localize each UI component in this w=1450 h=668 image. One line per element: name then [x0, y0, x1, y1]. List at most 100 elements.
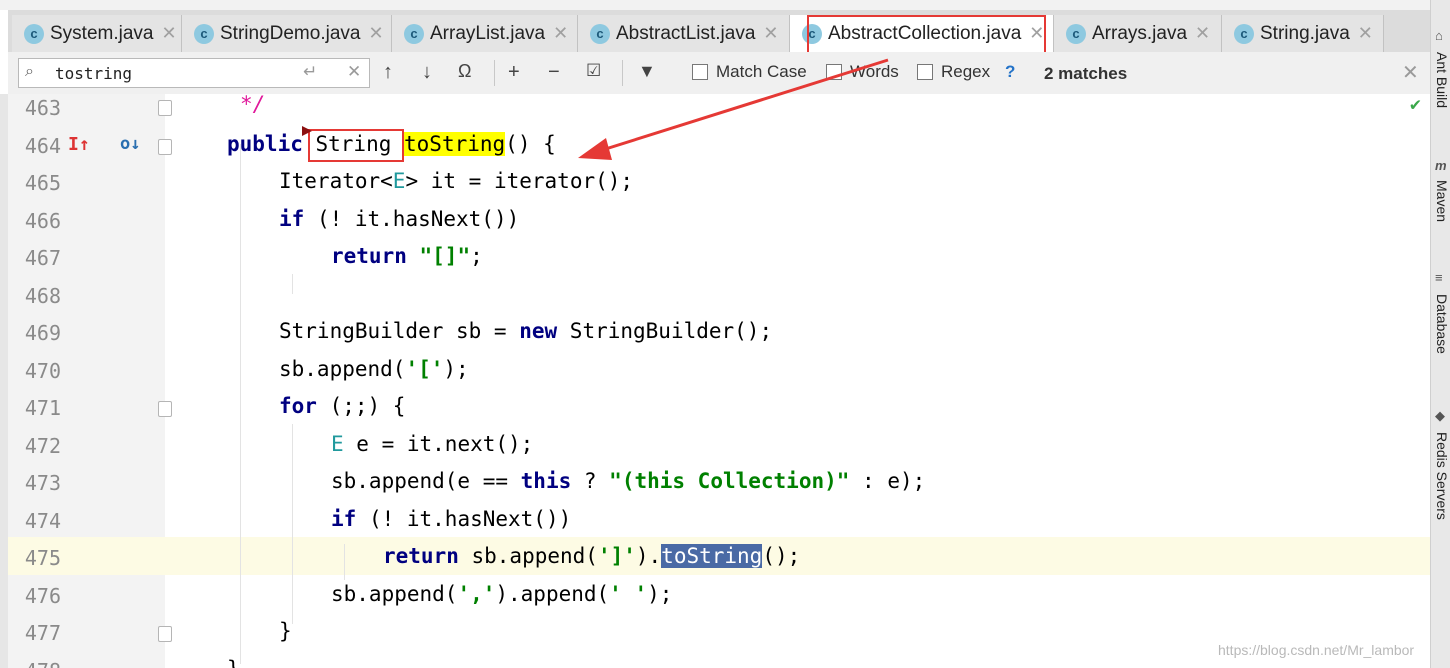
annotation-tab-box	[807, 15, 1046, 54]
redis-icon[interactable]: ◆	[1435, 408, 1445, 424]
select-all-occurrences-icon[interactable]: ☑	[586, 61, 601, 81]
code-text: StringBuilder sb = new StringBuilder();	[279, 319, 773, 343]
toolbar-divider	[494, 60, 495, 86]
line-number: 468	[24, 283, 61, 308]
database-tab[interactable]: Database	[1434, 294, 1450, 354]
tab-label: StringDemo.java	[220, 22, 361, 44]
code-line: 471 for (;;) {	[8, 394, 1430, 432]
checkbox-box[interactable]	[692, 64, 708, 80]
code-line: 469 StringBuilder sb = new StringBuilder…	[8, 319, 1430, 357]
code-line: 464 I↑ o↓ public String toString() {	[8, 131, 1430, 170]
tab-string-java[interactable]: c String.java ✕	[1222, 15, 1384, 52]
code-line: 466 if (! it.hasNext())	[8, 207, 1430, 245]
fold-marker-icon[interactable]	[158, 401, 172, 417]
tab-arrays-java[interactable]: c Arrays.java ✕	[1054, 15, 1222, 52]
line-number: 470	[24, 358, 61, 383]
overridden-icon[interactable]: o↓	[120, 134, 140, 154]
close-icon[interactable]: ✕	[368, 23, 383, 44]
line-number: 472	[24, 433, 61, 458]
code-line: 473 sb.append(e == this ? "(this Collect…	[8, 469, 1430, 507]
code-line-current: 475 return sb.append(']').toString();	[8, 537, 1430, 575]
add-occurrence-icon[interactable]: +	[508, 61, 520, 84]
code-editor[interactable]: 463 */ 464 I↑ o↓ public String toString(…	[8, 94, 1430, 668]
close-icon[interactable]: ✕	[1195, 23, 1210, 44]
code-text: if (! it.hasNext())	[279, 206, 520, 231]
indent-guide	[292, 274, 293, 294]
line-number: 465	[24, 171, 61, 195]
code-text: }	[227, 657, 240, 668]
code-line: 467 return "[]";	[8, 244, 1430, 282]
right-tool-window-strip: ⌂ Ant Build m Maven ≡ Database ◆ Redis S…	[1430, 0, 1450, 668]
tab-label: AbstractList.java	[616, 22, 756, 44]
tab-abstractlist-java[interactable]: c AbstractList.java ✕	[578, 15, 790, 52]
fold-marker-icon[interactable]	[158, 626, 172, 642]
code-text: sb.append('[');	[279, 356, 469, 381]
editor-tab-bar: c System.java ✕ c StringDemo.java ✕ c Ar…	[8, 10, 1430, 53]
code-line: 468	[8, 282, 1430, 320]
code-text: return sb.append(']').toString();	[383, 544, 801, 568]
indent-guide	[292, 424, 293, 624]
checkbox-box[interactable]	[917, 64, 933, 80]
close-icon[interactable]: ✕	[161, 23, 176, 44]
left-margin-strip	[0, 94, 8, 668]
newline-icon[interactable]: ↵	[303, 62, 317, 82]
tab-arraylist-java[interactable]: c ArrayList.java ✕	[392, 15, 578, 52]
code-line: 470 sb.append('[');	[8, 357, 1430, 395]
close-icon[interactable]: ✕	[553, 23, 568, 44]
indent-guide	[240, 144, 241, 664]
regex-help-link[interactable]: ?	[1005, 62, 1015, 82]
match-case-checkbox[interactable]: Match Case	[692, 62, 807, 82]
code-text: for (;;) {	[279, 394, 406, 418]
implements-icon[interactable]: I↑	[68, 134, 90, 155]
tab-label: ArrayList.java	[430, 22, 546, 44]
code-text: */	[240, 94, 266, 116]
match-count: 2 matches	[1044, 64, 1128, 83]
maven-tab[interactable]: Maven	[1434, 180, 1450, 222]
class-icon: c	[1066, 23, 1086, 44]
find-all-icon[interactable]: Ω	[458, 61, 471, 82]
class-icon: c	[1234, 23, 1254, 44]
code-text: Iterator<E> it = iterator();	[279, 169, 634, 193]
clear-icon[interactable]: ✕	[347, 62, 361, 82]
close-icon[interactable]: ✕	[1358, 23, 1373, 44]
line-number: 477	[24, 621, 61, 645]
code-text: return "[]";	[331, 244, 483, 268]
next-occurrence-icon[interactable]: ↓	[422, 61, 432, 84]
previous-occurrence-icon[interactable]: ↑	[383, 61, 393, 84]
database-icon[interactable]: ≡	[1435, 270, 1443, 285]
inspection-ok-icon[interactable]: ✔	[1410, 94, 1421, 115]
ant-build-tab[interactable]: Ant Build	[1434, 52, 1450, 108]
tab-system-java[interactable]: c System.java ✕	[12, 15, 182, 52]
line-number: 464	[24, 133, 61, 158]
code-line: 476 sb.append(',').append(' ');	[8, 582, 1430, 620]
regex-checkbox[interactable]: Regex	[917, 62, 990, 82]
code-text: sb.append(e == this ? "(this Collection)…	[331, 469, 926, 493]
line-number: 467	[24, 246, 61, 270]
class-icon: c	[590, 23, 610, 44]
ant-icon[interactable]: ⌂	[1435, 28, 1443, 43]
close-icon[interactable]: ✕	[763, 23, 778, 44]
fold-marker-icon[interactable]	[158, 138, 172, 155]
search-icon[interactable]: ⌕	[25, 63, 34, 81]
fold-marker-icon[interactable]	[158, 100, 172, 116]
remove-occurrence-icon[interactable]: −	[548, 61, 560, 84]
line-number: 478	[16, 659, 61, 668]
watermark: https://blog.csdn.net/Mr_lambor	[1218, 642, 1415, 658]
regex-label: Regex	[941, 62, 991, 81]
line-number: 476	[24, 583, 61, 608]
code-line: 472 E e = it.next();	[8, 432, 1430, 470]
code-text: if (! it.hasNext())	[331, 506, 572, 531]
annotation-string-box	[308, 129, 404, 162]
maven-icon[interactable]: m	[1435, 158, 1447, 173]
words-checkbox[interactable]: Words	[826, 62, 899, 82]
tab-stringdemo-java[interactable]: c StringDemo.java ✕	[182, 15, 392, 52]
checkbox-box[interactable]	[826, 64, 842, 80]
line-number: 471	[24, 396, 61, 420]
match-case-label: Match Case	[716, 62, 807, 81]
filter-icon[interactable]: ▼	[638, 61, 656, 82]
window-title-strip	[0, 0, 1430, 10]
search-input[interactable]	[55, 63, 280, 83]
line-number: 463	[24, 96, 61, 120]
close-find-bar-icon[interactable]: ✕	[1402, 60, 1419, 85]
redis-servers-tab[interactable]: Redis Servers	[1434, 432, 1450, 520]
